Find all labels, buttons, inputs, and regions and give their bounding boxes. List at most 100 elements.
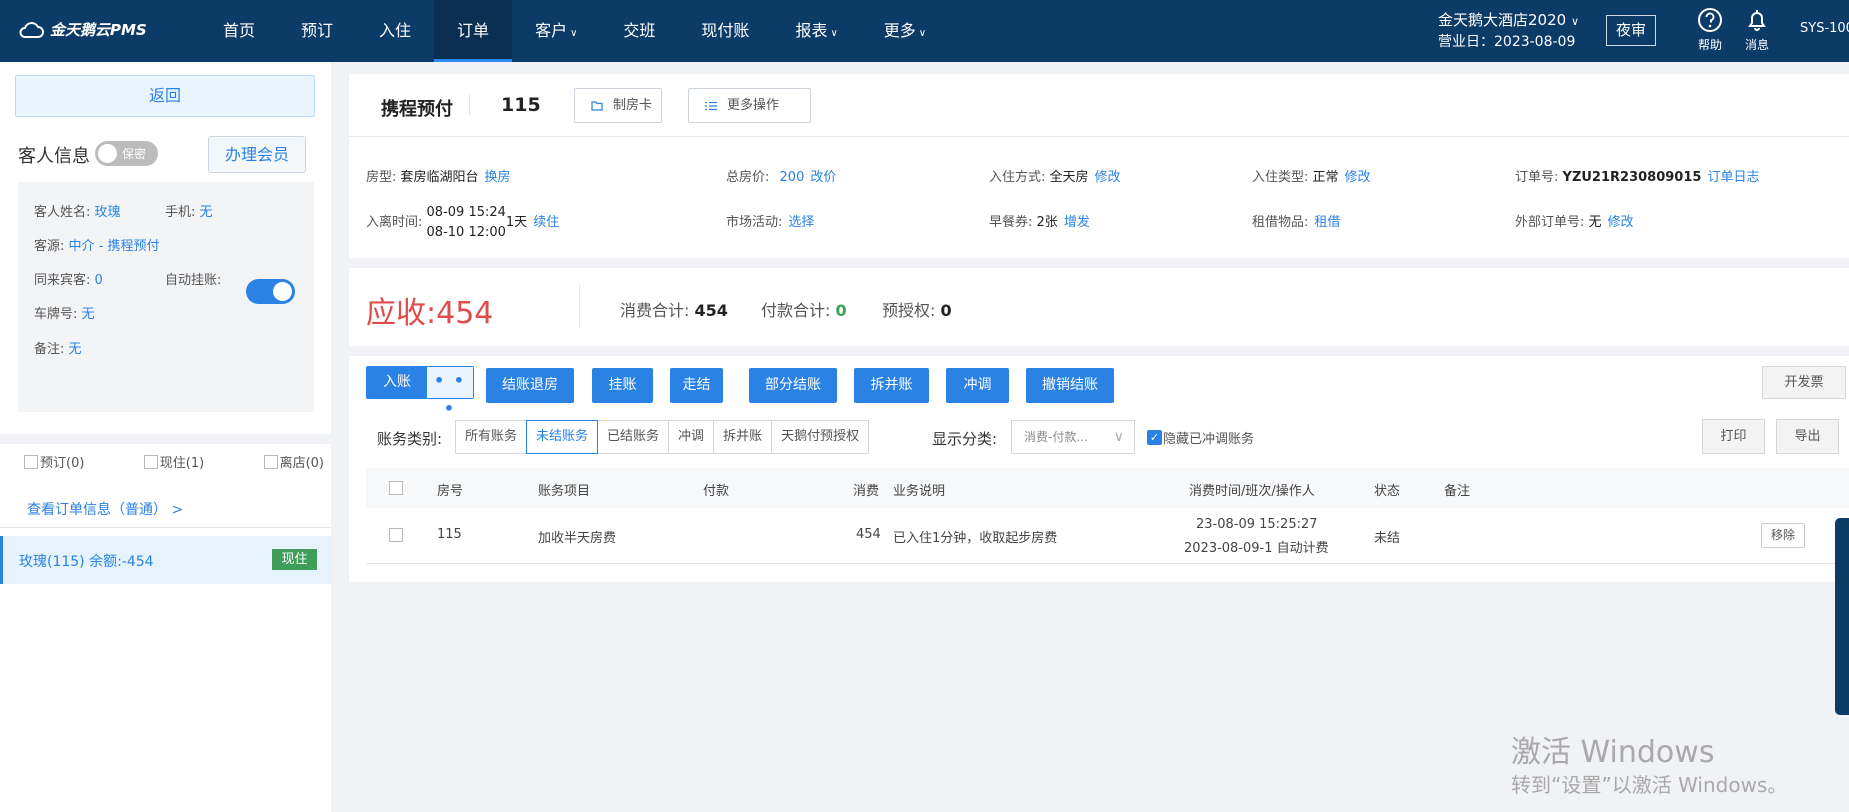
- table-header: 房号 账务项目 付款 消费 业务说明 消费时间/班次/操作人 状态 备注: [366, 468, 1849, 508]
- chevron-down-icon: ∨: [1113, 429, 1124, 445]
- tab-all-accounts[interactable]: 所有账务: [455, 420, 528, 454]
- nav-more[interactable]: 更多 ∨: [861, 0, 949, 62]
- checkin-type-field: 入住类型: 正常 修改: [1252, 170, 1371, 185]
- stay-days: 1天: [505, 215, 528, 230]
- chevron-down-icon: ∨: [830, 28, 838, 39]
- more-operations-button[interactable]: 更多操作: [688, 88, 811, 123]
- secret-toggle[interactable]: 保密: [95, 141, 158, 166]
- hide-adjusted-checkbox[interactable]: ✓ 隐藏已冲调账务: [1147, 428, 1254, 447]
- guest-source-channel[interactable]: - 携程预付: [99, 239, 160, 254]
- divider: [579, 284, 580, 328]
- user-account[interactable]: SYS-100: [1800, 21, 1849, 36]
- walk-settle-button[interactable]: 走结: [670, 368, 723, 403]
- chevron-down-icon: ∨: [918, 28, 927, 39]
- nav-booking[interactable]: 预订: [278, 0, 356, 62]
- tab-settled[interactable]: 已结账务: [597, 420, 670, 454]
- print-button[interactable]: 打印: [1702, 419, 1765, 454]
- stay-period-field: 入离时间: 08-09 15:24 08-10 12:00 1天 续住: [366, 203, 559, 243]
- undo-settle-button[interactable]: 撤销结账: [1026, 368, 1114, 403]
- table-row[interactable]: 115 加收半天房费 454 已入住1分钟，收取起步房费 23-08-09 15…: [366, 508, 1849, 564]
- tab-unsettled[interactable]: 未结账务: [526, 420, 599, 454]
- toggle-knob: [98, 144, 117, 163]
- split-merge-button[interactable]: 拆并账: [854, 368, 929, 403]
- help-icon: [1698, 8, 1722, 32]
- room-list-item[interactable]: 玫瑰(115) 余额:-454 现住: [0, 536, 331, 584]
- auto-hang-label: 自动挂账:: [165, 273, 222, 288]
- side-drawer-tab[interactable]: [1835, 518, 1849, 715]
- hang-account-button[interactable]: 挂账: [592, 368, 653, 403]
- nav-customers[interactable]: 客户 ∨: [512, 0, 600, 62]
- row-checkbox[interactable]: [389, 528, 403, 542]
- filter-in-house[interactable]: 现住(1): [143, 452, 204, 471]
- rent-link[interactable]: 租借: [1314, 215, 1340, 230]
- order-log-link[interactable]: 订单日志: [1707, 170, 1759, 185]
- make-room-card-button[interactable]: 制房卡: [574, 88, 662, 123]
- tab-preauth[interactable]: 天鹅付预授权: [771, 420, 870, 454]
- guest-source-link[interactable]: 中介: [69, 239, 95, 254]
- export-button[interactable]: 导出: [1776, 419, 1839, 454]
- plate-link[interactable]: 无: [82, 307, 95, 322]
- change-room-link[interactable]: 换房: [485, 170, 511, 185]
- remove-button[interactable]: 移除: [1761, 523, 1805, 548]
- select-activity-link[interactable]: 选择: [788, 215, 814, 230]
- filter-reserved[interactable]: 预订(0): [24, 452, 84, 471]
- companions-link[interactable]: 0: [95, 273, 103, 288]
- room-type-field: 房型: 套房临湖阳台 换房: [366, 170, 511, 185]
- view-order-info-link[interactable]: 查看订单信息（普通） >: [27, 499, 183, 519]
- checkbox[interactable]: [143, 454, 158, 469]
- checkout-button[interactable]: 结账退房: [486, 368, 574, 403]
- checkbox[interactable]: [263, 454, 278, 469]
- filter-checked-out[interactable]: 离店(0): [263, 452, 324, 471]
- sidebar-line: [0, 527, 331, 528]
- room-item-text: 玫瑰(115) 余额:-454: [19, 554, 154, 570]
- order-number-field: 订单号: YZU21R230809015 订单日志: [1515, 170, 1760, 185]
- guest-phone-link[interactable]: 无: [200, 205, 213, 220]
- rental-items-field: 租借物品: 租借: [1252, 215, 1341, 230]
- guest-source-field: 客源: 中介 - 携程预付: [34, 239, 160, 254]
- consume-total: 消费合计: 454: [620, 301, 728, 320]
- invoice-button[interactable]: 开发票: [1762, 366, 1846, 399]
- main-nav: 首页 预订 入住 订单 客户 ∨ 交班 现付账 报表 ∨ 更多 ∨: [200, 0, 949, 62]
- nav-home[interactable]: 首页: [200, 0, 278, 62]
- nav-reports[interactable]: 报表 ∨: [772, 0, 860, 62]
- nav-orders[interactable]: 订单: [434, 0, 513, 62]
- nav-checkin[interactable]: 入住: [356, 0, 434, 62]
- nav-shift-handover[interactable]: 交班: [600, 0, 678, 62]
- select-all-checkbox[interactable]: [389, 481, 403, 495]
- guest-info-title: 客人信息: [18, 146, 90, 167]
- guest-name-link[interactable]: 玫瑰: [95, 205, 121, 220]
- more-dots-icon[interactable]: • • •: [427, 367, 473, 418]
- business-day: 营业日：2023-08-09: [1438, 34, 1576, 50]
- display-category-select[interactable]: 消费-付款... ∨: [1011, 420, 1135, 454]
- order-number: YZU21R230809015: [1562, 170, 1702, 185]
- total-price-value[interactable]: 200: [780, 170, 805, 185]
- membership-button[interactable]: 办理会员: [208, 136, 306, 173]
- help-button[interactable]: 帮助: [1690, 7, 1730, 53]
- extend-stay-link[interactable]: 续住: [533, 215, 559, 230]
- app-logo[interactable]: 金天鹅云PMS: [18, 19, 147, 40]
- tab-split-merge[interactable]: 拆并账: [713, 420, 773, 454]
- checkbox[interactable]: [24, 454, 38, 469]
- night-audit-button[interactable]: 夜审: [1606, 15, 1656, 46]
- remark-field: 备注: 无: [34, 342, 82, 357]
- arrival-time: 08-09 15:24: [426, 205, 506, 220]
- back-button[interactable]: 返回: [15, 75, 315, 117]
- post-entry-button[interactable]: 入账: [367, 367, 427, 398]
- edit-checkin-type-link[interactable]: 修改: [1345, 170, 1371, 185]
- remark-link[interactable]: 无: [69, 342, 82, 357]
- auto-hang-toggle[interactable]: [246, 279, 295, 304]
- messages-button[interactable]: 消息: [1737, 7, 1777, 53]
- partial-settle-button[interactable]: 部分结账: [749, 368, 837, 403]
- edit-external-order-link[interactable]: 修改: [1608, 215, 1634, 230]
- edit-checkin-mode-link[interactable]: 修改: [1095, 170, 1121, 185]
- checkin-mode-field: 入住方式: 全天房 修改: [989, 170, 1121, 185]
- tab-adjusted[interactable]: 冲调: [668, 420, 715, 454]
- hotel-selector[interactable]: 金天鹅大酒店2020 ∨ 营业日：2023-08-09: [1438, 10, 1579, 53]
- nav-cash-account[interactable]: 现付账: [678, 0, 772, 62]
- card-folder-icon: [591, 101, 603, 111]
- issue-breakfast-link[interactable]: 增发: [1064, 215, 1090, 230]
- external-order-field: 外部订单号: 无修改: [1515, 215, 1634, 230]
- adjust-button[interactable]: 冲调: [946, 368, 1009, 403]
- hotel-name: 金天鹅大酒店2020: [1438, 11, 1567, 29]
- change-price-link[interactable]: 改价: [810, 170, 836, 185]
